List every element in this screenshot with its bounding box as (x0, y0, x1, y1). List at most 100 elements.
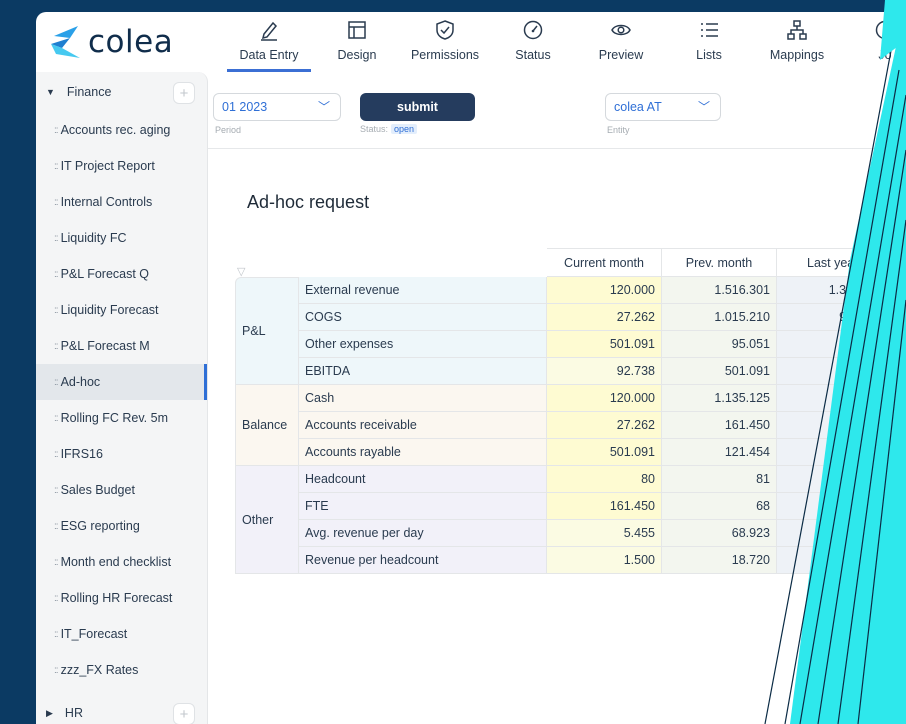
sidebar-item-label: Sales Budget (60, 483, 135, 497)
sidebar-item[interactable]: :: IFRS16 (36, 436, 207, 472)
tab-permissions[interactable]: Permissions (401, 12, 489, 72)
row-label: EBITDA (299, 358, 547, 385)
table-row: Avg. revenue per day 5.455 68.923 (235, 520, 867, 547)
row-label: Avg. revenue per day (299, 520, 547, 547)
sidebar-item[interactable]: :: Sales Budget (36, 472, 207, 508)
column-header[interactable]: Current month (547, 248, 662, 277)
row-label: Headcount (299, 466, 547, 493)
sidebar-item[interactable]: :: Accounts rec. aging (36, 112, 207, 148)
value-cell[interactable]: 120.000 (547, 277, 662, 304)
value-cell[interactable]: 161.450 (547, 493, 662, 520)
app-window: colea Data Entry Design Permissions Stat… (36, 12, 906, 724)
gauge-icon (523, 20, 543, 40)
sidebar-item[interactable]: :: Liquidity Forecast (36, 292, 207, 328)
tab-data-entry[interactable]: Data Entry (225, 12, 313, 72)
sidebar-item[interactable]: :: Rolling FC Rev. 5m (36, 400, 207, 436)
value-cell[interactable]: 80 (547, 466, 662, 493)
caret-right-icon: ▶ (46, 707, 53, 718)
drag-handle-icon[interactable]: :: (54, 305, 58, 316)
drag-handle-icon[interactable]: :: (54, 161, 58, 172)
drag-handle-icon[interactable]: :: (54, 449, 58, 460)
sidebar-group-finance[interactable]: ▼ Finance + (36, 72, 207, 112)
eye-icon (611, 24, 631, 36)
sidebar-item-label: Rolling FC Rev. 5m (60, 411, 168, 425)
tab-preview[interactable]: Preview (577, 12, 665, 72)
drag-handle-icon[interactable]: :: (54, 485, 58, 496)
sidebar-item[interactable]: :: P&L Forecast Q (36, 256, 207, 292)
row-label: COGS (299, 304, 547, 331)
drag-handle-icon[interactable]: :: (54, 521, 58, 532)
tab-lists[interactable]: Lists (665, 12, 753, 72)
value-cell[interactable]: 501.091 (547, 331, 662, 358)
sidebar-item[interactable]: :: Ad-hoc (36, 364, 207, 400)
sidebar-item[interactable]: :: IT_Forecast (36, 616, 207, 652)
table-row: COGS 27.262 1.015.210 930 (235, 304, 867, 331)
value-cell[interactable]: 120.000 (547, 385, 662, 412)
column-header[interactable]: Prev. month (662, 248, 777, 277)
add-plus-icon[interactable]: + (173, 703, 195, 724)
tab-mappings[interactable]: Mappings (753, 12, 841, 72)
value-cell[interactable]: 27.262 (547, 412, 662, 439)
entity-value: colea AT (614, 100, 662, 114)
sidebar-item[interactable]: :: Internal Controls (36, 184, 207, 220)
sidebar-item[interactable]: :: Rolling HR Forecast (36, 580, 207, 616)
sidebar-item[interactable]: :: zzz_FX Rates (36, 652, 207, 688)
sidebar-item[interactable]: :: IT Project Report (36, 148, 207, 184)
tab-jobs[interactable]: Jo (841, 12, 906, 72)
value-cell[interactable]: 501.091 (547, 439, 662, 466)
sidebar-item[interactable]: :: P&L Forecast M (36, 328, 207, 364)
drag-handle-icon[interactable]: :: (54, 233, 58, 244)
drag-handle-icon[interactable]: :: (54, 413, 58, 424)
tab-label: Jo (878, 48, 892, 62)
row-group-label: Other (235, 466, 299, 574)
tab-label: Status (515, 48, 551, 62)
value-cell: 1.135.125 (662, 385, 777, 412)
table-row: P&L External revenue 120.000 1.516.301 1.363 (235, 277, 867, 385)
value-cell: 43 (777, 358, 867, 385)
sidebar-item-label: Month end checklist (60, 555, 172, 569)
colea-logo-mark-icon (51, 26, 80, 58)
period-select[interactable]: 01 2023 ﹀ (213, 93, 341, 121)
drag-handle-icon[interactable]: :: (54, 341, 58, 352)
value-cell (777, 493, 867, 520)
value-cell (777, 439, 867, 466)
sidebar-items: :: Accounts rec. aging:: IT Project Report… (36, 112, 207, 688)
sidebar-item-label: IT Project Report (60, 159, 155, 173)
header-spacer (235, 248, 299, 277)
sidebar-group-hr[interactable]: ▶ HR + (36, 693, 207, 724)
value-cell: 1.500 (547, 547, 662, 574)
drag-handle-icon[interactable]: :: (54, 269, 58, 280)
value-cell: 501.091 (662, 358, 777, 385)
table-row: Balance Cash 120.000 1.135.125 1.0 (235, 385, 867, 466)
sidebar-item[interactable]: :: Month end checklist (36, 544, 207, 580)
clock-icon (875, 20, 895, 40)
drag-handle-icon[interactable]: :: (54, 665, 58, 676)
sidebar-item[interactable]: :: ESG reporting (36, 508, 207, 544)
value-cell[interactable]: 27.262 (547, 304, 662, 331)
column-header[interactable]: Last year (777, 248, 867, 277)
tab-design[interactable]: Design (313, 12, 401, 72)
sidebar-item-label: Rolling HR Forecast (60, 591, 173, 605)
table-row: Other expenses 501.091 95.051 8 (235, 331, 867, 358)
sidebar-item[interactable]: :: Liquidity FC (36, 220, 207, 256)
drag-handle-icon[interactable]: :: (54, 593, 58, 604)
header-spacer (299, 248, 547, 277)
add-plus-icon[interactable]: + (173, 82, 195, 104)
drag-handle-icon[interactable]: :: (54, 629, 58, 640)
value-cell: 68.923 (662, 520, 777, 547)
sidebar-group-label: HR (64, 706, 83, 720)
sidebar-item-label: IFRS16 (60, 447, 103, 461)
sidebar: ▼ Finance + :: Accounts rec. aging:: IT Pr… (36, 72, 208, 724)
entity-select[interactable]: colea AT ﹀ (605, 93, 721, 121)
submit-button[interactable]: submit (360, 93, 475, 121)
drag-handle-icon[interactable]: :: (54, 125, 58, 136)
value-cell: 1 (777, 412, 867, 439)
pen-icon (261, 21, 278, 41)
status-caption: Status: (360, 124, 389, 134)
drag-handle-icon[interactable]: :: (54, 557, 58, 568)
row-label: FTE (299, 493, 547, 520)
tab-status[interactable]: Status (489, 12, 577, 72)
drag-handle-icon[interactable]: :: (54, 377, 58, 388)
drag-handle-icon[interactable]: :: (54, 197, 58, 208)
sidebar-item-label: zzz_FX Rates (60, 663, 139, 677)
